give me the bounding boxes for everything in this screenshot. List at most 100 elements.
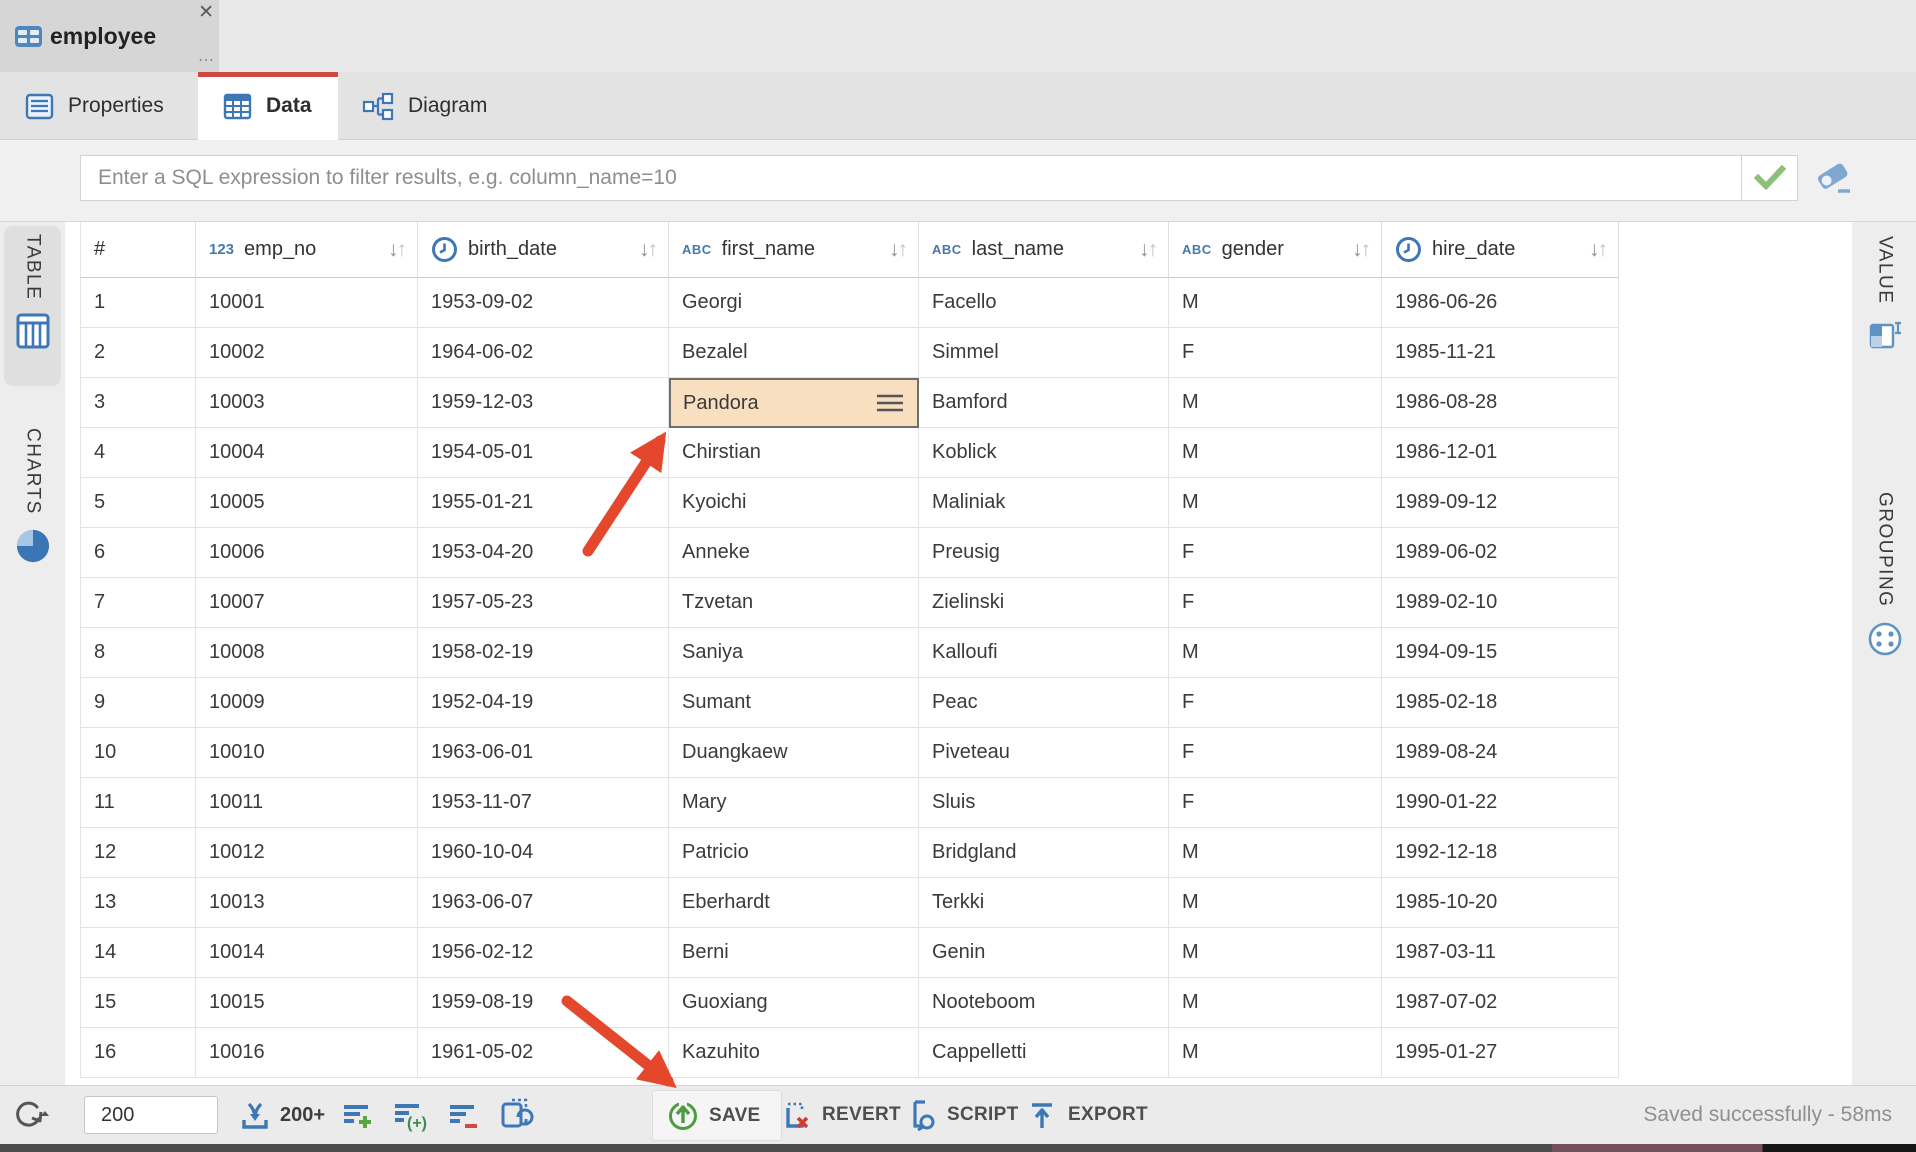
table-cell[interactable]: 1952-04-19	[418, 678, 669, 728]
tab-data[interactable]: Data	[198, 72, 338, 140]
table-cell[interactable]: M	[1169, 1028, 1382, 1078]
table-cell[interactable]: 10010	[196, 728, 418, 778]
table-cell[interactable]: 1989-09-12	[1382, 478, 1619, 528]
sort-icon[interactable]: ↓↑	[1589, 239, 1608, 260]
sort-icon[interactable]: ↓↑	[1352, 239, 1371, 260]
table-cell[interactable]: M	[1169, 928, 1382, 978]
fetch-next-button[interactable]: 200+	[238, 1086, 325, 1144]
close-icon[interactable]: ✕	[198, 2, 214, 24]
table-cell[interactable]: Berni	[669, 928, 919, 978]
panel-tab-grouping[interactable]: GROUPING	[1856, 484, 1913, 784]
table-cell[interactable]: Duangkaew	[669, 728, 919, 778]
tab-employee[interactable]: employee ✕ ⋯	[0, 0, 219, 72]
table-cell[interactable]: Eberhardt	[669, 878, 919, 928]
table-cell[interactable]: 1953-04-20	[418, 528, 669, 578]
table-cell[interactable]: M	[1169, 478, 1382, 528]
table-cell[interactable]: Maliniak	[919, 478, 1169, 528]
sql-filter-input[interactable]	[80, 155, 1742, 201]
table-cell[interactable]: 1989-06-02	[1382, 528, 1619, 578]
table-cell[interactable]: M	[1169, 628, 1382, 678]
table-cell[interactable]: 1960-10-04	[418, 828, 669, 878]
column-header-last_name[interactable]: ABClast_name↓↑	[919, 222, 1169, 278]
column-header-gender[interactable]: ABCgender↓↑	[1169, 222, 1382, 278]
table-cell[interactable]: Patricio	[669, 828, 919, 878]
table-cell[interactable]: 1953-09-02	[418, 278, 669, 328]
save-button[interactable]: SAVE	[652, 1090, 782, 1141]
tab-diagram[interactable]: Diagram	[338, 72, 511, 140]
table-cell[interactable]: Kyoichi	[669, 478, 919, 528]
table-cell[interactable]: Bridgland	[919, 828, 1169, 878]
row-number-cell[interactable]: 3	[80, 378, 196, 428]
table-cell[interactable]: Chirstian	[669, 428, 919, 478]
table-cell[interactable]: Bezalel	[669, 328, 919, 378]
table-cell[interactable]: Zielinski	[919, 578, 1169, 628]
column-header-hire_date[interactable]: hire_date↓↑	[1382, 222, 1619, 278]
table-cell[interactable]: 1987-03-11	[1382, 928, 1619, 978]
table-cell[interactable]: M	[1169, 878, 1382, 928]
table-cell[interactable]: 1985-11-21	[1382, 328, 1619, 378]
row-number-cell[interactable]: 15	[80, 978, 196, 1028]
table-cell[interactable]: Terkki	[919, 878, 1169, 928]
row-limit-input[interactable]	[84, 1096, 218, 1134]
table-cell[interactable]: 10005	[196, 478, 418, 528]
table-cell[interactable]: Tzvetan	[669, 578, 919, 628]
sort-icon[interactable]: ↓↑	[1139, 239, 1158, 260]
export-button[interactable]: EXPORT	[1026, 1086, 1148, 1144]
table-cell[interactable]: Koblick	[919, 428, 1169, 478]
table-cell[interactable]: Cappelletti	[919, 1028, 1169, 1078]
table-cell[interactable]: 1954-05-01	[418, 428, 669, 478]
row-number-cell[interactable]: 1	[80, 278, 196, 328]
table-cell[interactable]: Simmel	[919, 328, 1169, 378]
table-cell[interactable]: Preusig	[919, 528, 1169, 578]
table-cell[interactable]: F	[1169, 778, 1382, 828]
table-cell[interactable]: 10009	[196, 678, 418, 728]
table-cell[interactable]: 1985-10-20	[1382, 878, 1619, 928]
table-cell[interactable]: F	[1169, 678, 1382, 728]
apply-filter-button[interactable]	[1741, 155, 1798, 201]
table-cell[interactable]: Georgi	[669, 278, 919, 328]
table-cell[interactable]: 1959-08-19	[418, 978, 669, 1028]
delete-row-button[interactable]	[446, 1086, 480, 1144]
table-cell[interactable]: F	[1169, 328, 1382, 378]
duplicate-row-button[interactable]: (+)	[392, 1086, 432, 1144]
tab-properties[interactable]: Properties	[0, 72, 188, 140]
table-cell[interactable]: Nooteboom	[919, 978, 1169, 1028]
table-cell[interactable]: 10003	[196, 378, 418, 428]
table-cell[interactable]: 1985-02-18	[1382, 678, 1619, 728]
more-icon[interactable]: ⋯	[198, 54, 215, 68]
table-cell[interactable]: M	[1169, 978, 1382, 1028]
table-cell[interactable]: M	[1169, 278, 1382, 328]
table-cell[interactable]: 1957-05-23	[418, 578, 669, 628]
table-cell[interactable]: Kalloufi	[919, 628, 1169, 678]
table-cell[interactable]: Peac	[919, 678, 1169, 728]
table-cell[interactable]: F	[1169, 728, 1382, 778]
row-number-cell[interactable]: 7	[80, 578, 196, 628]
table-cell[interactable]: 1989-08-24	[1382, 728, 1619, 778]
table-cell[interactable]: 1964-06-02	[418, 328, 669, 378]
table-cell[interactable]: 10014	[196, 928, 418, 978]
refresh-button[interactable]	[10, 1086, 52, 1144]
table-cell[interactable]: 1956-02-12	[418, 928, 669, 978]
edited-cell[interactable]: Pandora	[669, 378, 919, 428]
table-cell[interactable]: 1994-09-15	[1382, 628, 1619, 678]
table-cell[interactable]: Mary	[669, 778, 919, 828]
table-cell[interactable]: 10012	[196, 828, 418, 878]
row-number-cell[interactable]: 14	[80, 928, 196, 978]
column-header-row_num[interactable]: #	[80, 222, 196, 278]
table-cell[interactable]: 10006	[196, 528, 418, 578]
table-cell[interactable]: 1986-08-28	[1382, 378, 1619, 428]
table-cell[interactable]: Sluis	[919, 778, 1169, 828]
row-number-cell[interactable]: 11	[80, 778, 196, 828]
table-cell[interactable]: 1963-06-01	[418, 728, 669, 778]
panel-tab-table[interactable]: TABLE	[4, 226, 61, 386]
table-cell[interactable]: 1990-01-22	[1382, 778, 1619, 828]
table-cell[interactable]: M	[1169, 828, 1382, 878]
sort-icon[interactable]: ↓↑	[388, 239, 407, 260]
table-cell[interactable]: F	[1169, 528, 1382, 578]
row-number-cell[interactable]: 13	[80, 878, 196, 928]
revert-button[interactable]: REVERT	[780, 1086, 901, 1144]
table-cell[interactable]: M	[1169, 428, 1382, 478]
table-cell[interactable]: Sumant	[669, 678, 919, 728]
column-header-emp_no[interactable]: 123emp_no↓↑	[196, 222, 418, 278]
row-number-cell[interactable]: 5	[80, 478, 196, 528]
